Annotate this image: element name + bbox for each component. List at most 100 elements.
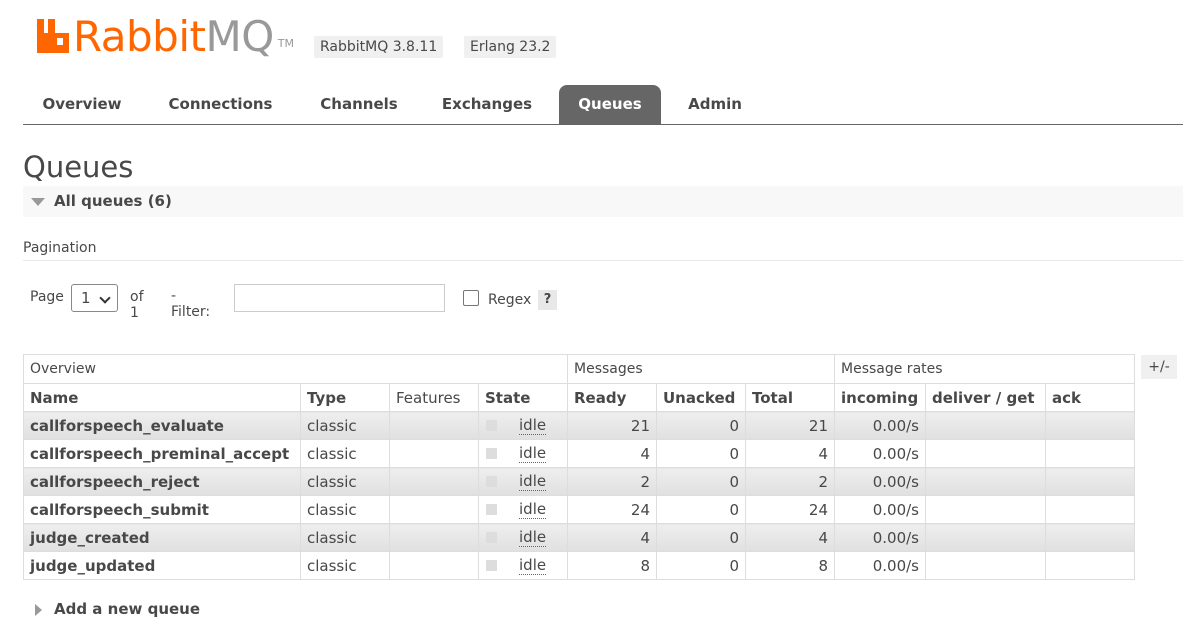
group-header-messages: Messages: [567, 354, 835, 384]
queue-features: [389, 467, 479, 496]
queue-total: 24: [745, 495, 835, 524]
queue-name-link[interactable]: callforspeech_reject: [23, 467, 301, 496]
queue-state: idle: [478, 439, 568, 468]
queue-name-link[interactable]: callforspeech_evaluate: [23, 411, 301, 440]
table-row: callforspeech_preminal_accept classic idle…: [23, 439, 1135, 468]
queue-state: idle: [478, 523, 568, 552]
queue-unacked: 0: [656, 495, 746, 524]
queue-unacked: 0: [656, 551, 746, 580]
rabbitmq-logo[interactable]: RabbitMQ TM: [37, 12, 294, 62]
group-header-overview: Overview: [23, 354, 568, 384]
state-label: idle: [519, 500, 547, 519]
queue-ack-rate: [1045, 495, 1135, 524]
queue-name-link[interactable]: judge_updated: [23, 551, 301, 580]
column-header-ready[interactable]: Ready: [567, 383, 657, 412]
tab-connections[interactable]: Connections: [151, 85, 290, 124]
filter-input[interactable]: [234, 284, 445, 312]
column-header-state[interactable]: State: [478, 383, 568, 412]
filter-label: - Filter:: [171, 288, 211, 320]
queue-features: [389, 439, 479, 468]
queue-unacked: 0: [656, 467, 746, 496]
queue-type: classic: [300, 551, 390, 580]
queue-ready: 21: [567, 411, 657, 440]
queue-incoming-rate: 0.00/s: [834, 495, 926, 524]
main-nav-tabs: Overview Connections Channels Exchanges …: [23, 85, 1183, 125]
column-header-deliver-get[interactable]: deliver / get: [925, 383, 1046, 412]
table-row: callforspeech_submit classic idle 24 0 24 0.00…: [23, 495, 1135, 524]
page-title: Queues: [23, 150, 134, 184]
tab-admin[interactable]: Admin: [675, 85, 755, 124]
state-label: idle: [519, 556, 547, 575]
queue-state: idle: [478, 467, 568, 496]
queues-table: Overview Messages Message rates Name Typ…: [23, 354, 1135, 580]
queue-ack-rate: [1045, 467, 1135, 496]
column-header-unacked[interactable]: Unacked: [656, 383, 746, 412]
regex-help-button[interactable]: ?: [538, 290, 557, 310]
erlang-version-badge: Erlang 23.2: [464, 36, 557, 58]
logo-trademark: TM: [277, 37, 294, 50]
queue-ready: 2: [567, 467, 657, 496]
queue-name-link[interactable]: callforspeech_submit: [23, 495, 301, 524]
queue-name-link[interactable]: judge_created: [23, 523, 301, 552]
tab-channels[interactable]: Channels: [304, 85, 414, 124]
state-indicator-icon: [486, 532, 497, 543]
column-header-type[interactable]: Type: [300, 383, 390, 412]
state-label: idle: [519, 472, 547, 491]
all-queues-label: All queues (6): [54, 192, 172, 210]
page-label: Page: [30, 289, 64, 305]
queue-type: classic: [300, 411, 390, 440]
header: RabbitMQ TM RabbitMQ 3.8.11 Erlang 23.2: [0, 0, 1183, 80]
column-toggle-button[interactable]: +/-: [1141, 355, 1177, 379]
queue-ready: 8: [567, 551, 657, 580]
state-indicator-icon: [486, 448, 497, 459]
group-header-message-rates: Message rates: [834, 354, 1135, 384]
queue-name-link[interactable]: callforspeech_preminal_accept: [23, 439, 301, 468]
tab-queues[interactable]: Queues: [559, 85, 661, 124]
state-indicator-icon: [486, 504, 497, 515]
add-queue-section-toggle[interactable]: Add a new queue: [35, 600, 200, 618]
queue-incoming-rate: 0.00/s: [834, 411, 926, 440]
queue-incoming-rate: 0.00/s: [834, 551, 926, 580]
column-header-total[interactable]: Total: [745, 383, 835, 412]
page-select[interactable]: 1: [71, 284, 118, 312]
queue-features: [389, 495, 479, 524]
page-count-label: of 1: [130, 289, 144, 321]
queue-deliver-rate: [925, 551, 1046, 580]
queue-deliver-rate: [925, 439, 1046, 468]
table-row: judge_created classic idle 4 0 4 0.00/s: [23, 523, 1135, 552]
expand-triangle-icon: [35, 604, 42, 616]
queue-ack-rate: [1045, 411, 1135, 440]
queue-incoming-rate: 0.00/s: [834, 467, 926, 496]
queue-state: idle: [478, 411, 568, 440]
state-label: idle: [519, 528, 547, 547]
state-label: idle: [519, 416, 547, 435]
column-header-features: Features: [389, 383, 479, 412]
all-queues-section-toggle[interactable]: All queues (6): [23, 186, 1183, 217]
column-header-ack[interactable]: ack: [1045, 383, 1135, 412]
regex-checkbox[interactable]: [463, 290, 479, 306]
queue-ack-rate: [1045, 439, 1135, 468]
queue-deliver-rate: [925, 411, 1046, 440]
queue-ready: 24: [567, 495, 657, 524]
queue-incoming-rate: 0.00/s: [834, 523, 926, 552]
queue-deliver-rate: [925, 495, 1046, 524]
queue-ack-rate: [1045, 523, 1135, 552]
table-row: callforspeech_evaluate classic idle 21 0 21 0.…: [23, 411, 1135, 440]
tab-exchanges[interactable]: Exchanges: [427, 85, 547, 124]
queue-type: classic: [300, 523, 390, 552]
queue-ready: 4: [567, 439, 657, 468]
queue-unacked: 0: [656, 523, 746, 552]
queue-total: 2: [745, 467, 835, 496]
queue-features: [389, 523, 479, 552]
queue-unacked: 0: [656, 439, 746, 468]
table-row: callforspeech_reject classic idle 2 0 2 0.00/s: [23, 467, 1135, 496]
queue-unacked: 0: [656, 411, 746, 440]
tab-overview[interactable]: Overview: [23, 85, 141, 124]
state-indicator-icon: [486, 560, 497, 571]
state-indicator-icon: [486, 476, 497, 487]
logo-wordmark: RabbitMQ: [73, 12, 274, 61]
pagination-title: Pagination: [23, 240, 1183, 261]
column-header-incoming[interactable]: incoming: [834, 383, 926, 412]
column-header-name[interactable]: Name: [23, 383, 301, 412]
regex-label: Regex: [488, 292, 532, 308]
